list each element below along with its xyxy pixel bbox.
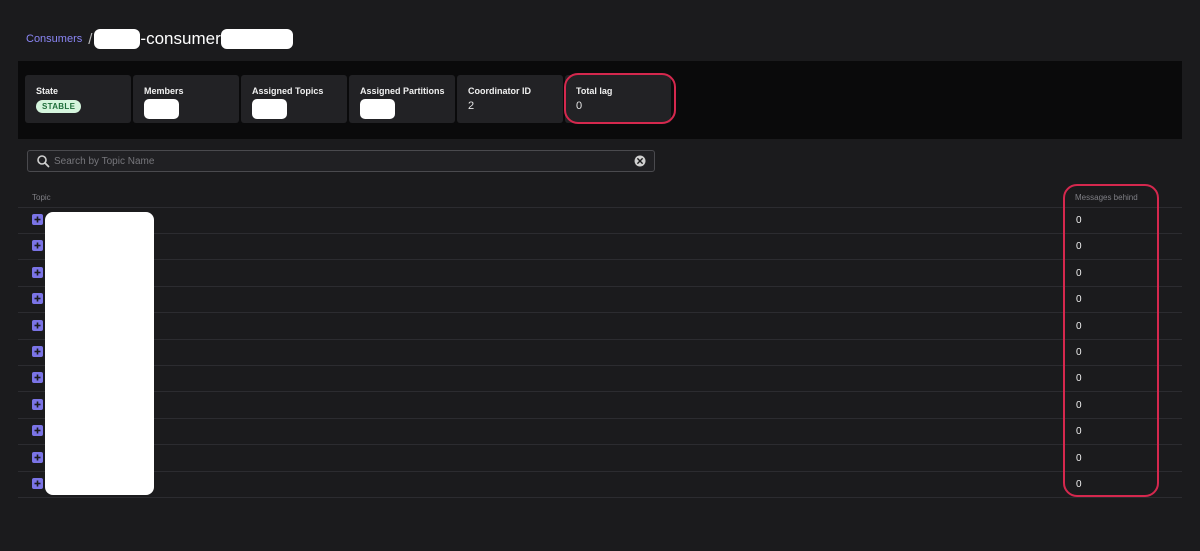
metric-coordinator-id: Coordinator ID 2 (457, 75, 563, 123)
messages-behind-cell: 0 (1076, 347, 1082, 358)
messages-behind-cell: 0 (1076, 241, 1082, 253)
messages-behind-cell: 0 (1076, 267, 1082, 279)
breadcrumb-separator: / (88, 30, 93, 48)
redacted-title-suffix (220, 29, 293, 49)
metric-members: Members (133, 75, 239, 123)
metric-members-label: Members (144, 86, 184, 96)
table-row: 0 (18, 392, 1182, 419)
expand-row-button[interactable] (32, 425, 43, 437)
plus-icon (34, 374, 41, 381)
clear-icon[interactable] (634, 155, 646, 167)
table-row: 0 (18, 365, 1182, 393)
redacted-title-prefix (94, 29, 141, 49)
messages-behind-cell: 0 (1076, 479, 1082, 490)
plus-icon (34, 348, 41, 355)
redacted-members-value (144, 99, 179, 119)
plus-icon (34, 480, 41, 487)
plus-icon (34, 427, 41, 434)
plus-icon (34, 295, 41, 302)
metric-coordinator-id-label: Coordinator ID (468, 86, 531, 96)
metric-total-lag-label: Total lag (576, 86, 613, 96)
redacted-topic-names (45, 212, 154, 495)
table-row: 0 (18, 418, 1182, 446)
table-row: 0 (18, 339, 1182, 366)
expand-row-button[interactable] (32, 293, 43, 305)
plus-icon (34, 401, 41, 408)
expand-row-button[interactable] (32, 214, 43, 225)
table-row: 0 (18, 207, 1182, 234)
status-badge: STABLE (36, 100, 82, 113)
metric-assigned-topics-label: Assigned Topics (252, 86, 324, 96)
messages-behind-cell: 0 (1076, 294, 1082, 306)
messages-behind-cell: 0 (1076, 452, 1082, 464)
redacted-assigned-topics-value (252, 99, 287, 119)
search-input[interactable] (54, 155, 634, 167)
metric-state: State STABLE (25, 75, 131, 123)
expand-row-button[interactable] (32, 372, 43, 384)
table-row: 0 (18, 233, 1182, 261)
expand-row-button[interactable] (32, 319, 43, 331)
page-title-text: -consumer (140, 29, 221, 48)
page-title: -consumer (94, 29, 293, 49)
expand-row-button[interactable] (32, 398, 43, 410)
metrics-panel: State STABLE Members Assigned Topics Ass… (18, 61, 1182, 139)
plus-icon (34, 454, 41, 461)
breadcrumb: Consumers / -consumer (26, 28, 293, 50)
metric-assigned-partitions: Assigned Partitions (349, 75, 455, 123)
table-header: Topic Messages behind (18, 187, 1182, 208)
metric-state-label: State (36, 86, 59, 96)
search-icon (36, 154, 50, 168)
search-bar (27, 150, 655, 172)
breadcrumb-consumers-link[interactable]: Consumers (26, 33, 82, 45)
table-row: 0 (18, 471, 1182, 498)
table-row: 0 (18, 445, 1182, 472)
metric-coordinator-id-value: 2 (468, 100, 475, 112)
expand-row-button[interactable] (32, 266, 43, 278)
messages-behind-cell: 0 (1076, 373, 1082, 385)
plus-icon (34, 269, 41, 276)
table-row: 0 (18, 313, 1182, 340)
column-header-messages-behind: Messages behind (1075, 193, 1138, 202)
metric-assigned-topics: Assigned Topics (241, 75, 347, 123)
metric-assigned-partitions-label: Assigned Partitions (360, 86, 445, 96)
messages-behind-cell: 0 (1076, 320, 1082, 332)
metric-total-lag: Total lag 0 (565, 75, 671, 123)
table-row: 0 (18, 286, 1182, 314)
table-row: 0 (18, 260, 1182, 287)
plus-icon (34, 216, 41, 223)
redacted-assigned-partitions-value (360, 99, 395, 119)
messages-behind-cell: 0 (1076, 426, 1082, 438)
expand-row-button[interactable] (32, 451, 43, 463)
metric-total-lag-value: 0 (576, 100, 583, 112)
expand-row-button[interactable] (32, 240, 43, 252)
messages-behind-cell: 0 (1076, 399, 1082, 411)
column-header-topic: Topic (32, 193, 51, 202)
expand-row-button[interactable] (32, 346, 43, 357)
messages-behind-cell: 0 (1076, 215, 1082, 226)
plus-icon (34, 242, 41, 249)
plus-icon (34, 322, 41, 329)
expand-row-button[interactable] (32, 478, 43, 489)
